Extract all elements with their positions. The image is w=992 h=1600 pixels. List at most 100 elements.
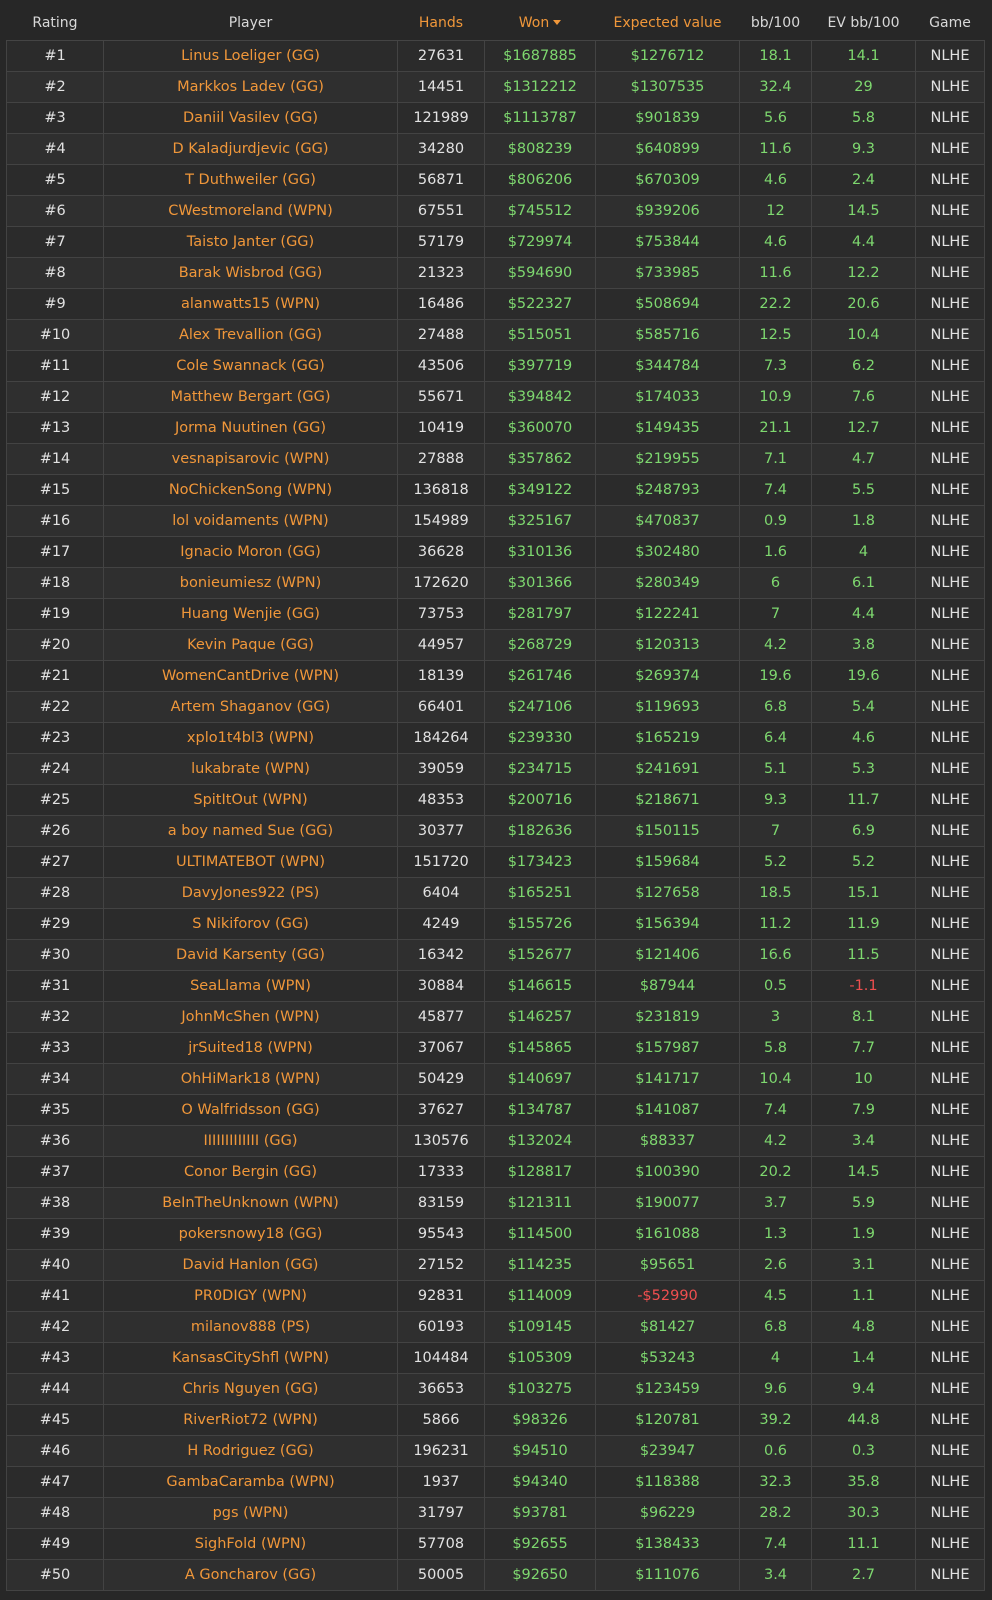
hands-cell: 121989 <box>397 102 485 134</box>
won-cell: $128817 <box>484 1156 596 1188</box>
player-link[interactable]: Barak Wisbrod (GG) <box>103 257 398 289</box>
player-link[interactable]: Kevin Paque (GG) <box>103 629 398 661</box>
bb100-cell: 11.2 <box>739 908 812 940</box>
game-cell: NLHE <box>915 970 985 1002</box>
game-cell: NLHE <box>915 1342 985 1374</box>
bb100-cell: 2.6 <box>739 1249 812 1281</box>
player-link[interactable]: bonieumiesz (WPN) <box>103 567 398 599</box>
bb100-cell: 6.4 <box>739 722 812 754</box>
game-cell: NLHE <box>915 474 985 506</box>
player-link[interactable]: GambaCaramba (WPN) <box>103 1466 398 1498</box>
player-link[interactable]: H Rodriguez (GG) <box>103 1435 398 1467</box>
won-cell: $325167 <box>484 505 596 537</box>
player-link[interactable]: Jorma Nuutinen (GG) <box>103 412 398 444</box>
player-link[interactable]: SighFold (WPN) <box>103 1528 398 1560</box>
player-link[interactable]: Linus Loeliger (GG) <box>103 40 398 72</box>
player-link[interactable]: pgs (WPN) <box>103 1497 398 1529</box>
player-link[interactable]: xplo1t4bl3 (WPN) <box>103 722 398 754</box>
player-link[interactable]: PR0DIGY (WPN) <box>103 1280 398 1312</box>
ev-bb100-cell: 2.4 <box>811 164 916 196</box>
player-link[interactable]: Artem Shaganov (GG) <box>103 691 398 723</box>
bb100-cell: 11.6 <box>739 257 812 289</box>
player-link[interactable]: Chris Nguyen (GG) <box>103 1373 398 1405</box>
player-link[interactable]: Conor Bergin (GG) <box>103 1156 398 1188</box>
ev-bb100-cell: 5.4 <box>811 691 916 723</box>
table-row: #4 D Kaladjurdjevic (GG) 34280 $808239 $6408… <box>6 133 985 165</box>
won-cell: $146257 <box>484 1001 596 1033</box>
bb100-cell: 39.2 <box>739 1404 812 1436</box>
table-row: #17 Ignacio Moron (GG) 36628 $310136 $302480… <box>6 536 985 568</box>
player-link[interactable]: David Hanlon (GG) <box>103 1249 398 1281</box>
game-cell: NLHE <box>915 877 985 909</box>
bb100-cell: 4.6 <box>739 226 812 258</box>
won-cell: $806206 <box>484 164 596 196</box>
bb100-cell: 12 <box>739 195 812 227</box>
player-link[interactable]: A Goncharov (GG) <box>103 1559 398 1591</box>
header-expected-value[interactable]: Expected value <box>595 6 740 41</box>
header-rating[interactable]: Rating <box>6 6 104 41</box>
hands-cell: 104484 <box>397 1342 485 1374</box>
player-link[interactable]: S Nikiforov (GG) <box>103 908 398 940</box>
player-link[interactable]: a boy named Sue (GG) <box>103 815 398 847</box>
player-link[interactable]: Matthew Bergart (GG) <box>103 381 398 413</box>
expected-value-cell: $231819 <box>595 1001 740 1033</box>
player-link[interactable]: D Kaladjurdjevic (GG) <box>103 133 398 165</box>
player-link[interactable]: T Duthweiler (GG) <box>103 164 398 196</box>
player-link[interactable]: OhHiMark18 (WPN) <box>103 1063 398 1095</box>
header-bb100[interactable]: bb/100 <box>739 6 812 41</box>
expected-value-cell: $122241 <box>595 598 740 630</box>
header-game[interactable]: Game <box>915 6 985 41</box>
player-link[interactable]: DavyJones922 (PS) <box>103 877 398 909</box>
hands-cell: 34280 <box>397 133 485 165</box>
player-link[interactable]: Cole Swannack (GG) <box>103 350 398 382</box>
player-link[interactable]: Ignacio Moron (GG) <box>103 536 398 568</box>
player-link[interactable]: milanov888 (PS) <box>103 1311 398 1343</box>
ev-bb100-cell: 6.1 <box>811 567 916 599</box>
player-link[interactable]: SeaLlama (WPN) <box>103 970 398 1002</box>
expected-value-cell: $141717 <box>595 1063 740 1095</box>
player-link[interactable]: David Karsenty (GG) <box>103 939 398 971</box>
player-link[interactable]: IIIIIIIIIIIII (GG) <box>103 1125 398 1157</box>
game-cell: NLHE <box>915 381 985 413</box>
player-link[interactable]: SpitItOut (WPN) <box>103 784 398 816</box>
player-link[interactable]: WomenCantDrive (WPN) <box>103 660 398 692</box>
rating-cell: #45 <box>6 1404 104 1436</box>
rating-cell: #11 <box>6 350 104 382</box>
player-link[interactable]: KansasCityShfl (WPN) <box>103 1342 398 1374</box>
player-link[interactable]: jrSuited18 (WPN) <box>103 1032 398 1064</box>
ev-bb100-cell: 4.8 <box>811 1311 916 1343</box>
table-row: #47 GambaCaramba (WPN) 1937 $94340 $118388 32… <box>6 1466 985 1498</box>
ev-bb100-cell: 1.1 <box>811 1280 916 1312</box>
player-link[interactable]: pokersnowy18 (GG) <box>103 1218 398 1250</box>
bb100-cell: 4.6 <box>739 164 812 196</box>
bb100-cell: 7 <box>739 598 812 630</box>
player-link[interactable]: alanwatts15 (WPN) <box>103 288 398 320</box>
player-link[interactable]: vesnapisarovic (WPN) <box>103 443 398 475</box>
table-row: #15 NoChickenSong (WPN) 136818 $349122 $2487… <box>6 474 985 506</box>
table-row: #7 Taisto Janter (GG) 57179 $729974 $753844 4… <box>6 226 985 258</box>
ev-bb100-cell: 35.8 <box>811 1466 916 1498</box>
header-hands[interactable]: Hands <box>397 6 485 41</box>
player-link[interactable]: Alex Trevallion (GG) <box>103 319 398 351</box>
header-ev-bb100[interactable]: EV bb/100 <box>811 6 916 41</box>
player-link[interactable]: lukabrate (WPN) <box>103 753 398 785</box>
player-link[interactable]: NoChickenSong (WPN) <box>103 474 398 506</box>
player-link[interactable]: Daniil Vasilev (GG) <box>103 102 398 134</box>
player-link[interactable]: CWestmoreland (WPN) <box>103 195 398 227</box>
player-link[interactable]: lol voidaments (WPN) <box>103 505 398 537</box>
player-link[interactable]: BeInTheUnknown (WPN) <box>103 1187 398 1219</box>
ev-bb100-cell: 5.9 <box>811 1187 916 1219</box>
player-link[interactable]: Taisto Janter (GG) <box>103 226 398 258</box>
player-link[interactable]: RiverRiot72 (WPN) <box>103 1404 398 1436</box>
player-link[interactable]: Markkos Ladev (GG) <box>103 71 398 103</box>
hands-cell: 6404 <box>397 877 485 909</box>
player-link[interactable]: Huang Wenjie (GG) <box>103 598 398 630</box>
header-won[interactable]: Won <box>484 6 596 41</box>
player-link[interactable]: O Walfridsson (GG) <box>103 1094 398 1126</box>
expected-value-cell: $344784 <box>595 350 740 382</box>
player-link[interactable]: JohnMcShen (WPN) <box>103 1001 398 1033</box>
ev-bb100-cell: 7.9 <box>811 1094 916 1126</box>
header-player[interactable]: Player <box>103 6 398 41</box>
player-link[interactable]: ULTIMATEBOT (WPN) <box>103 846 398 878</box>
hands-cell: 151720 <box>397 846 485 878</box>
